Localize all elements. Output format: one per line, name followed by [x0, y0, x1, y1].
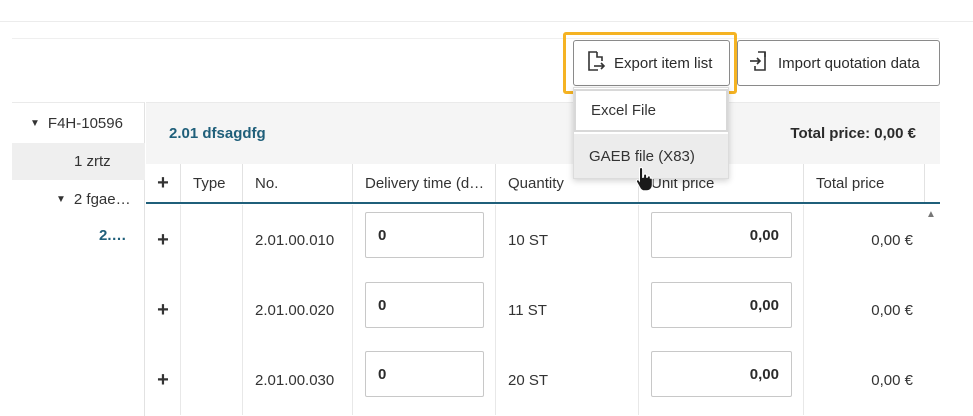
unit-price-input[interactable]: 0,00	[651, 351, 792, 397]
table-row: + 2.01.00.030 0 20 ST 0,00 0,00 €	[146, 345, 940, 415]
delivery-time-input[interactable]: 0	[365, 351, 484, 397]
caret-down-icon[interactable]: ▼	[56, 194, 66, 205]
hand-cursor-icon	[635, 166, 655, 197]
quantity-cell: 20 ST	[496, 345, 639, 415]
import-icon	[738, 50, 778, 76]
export-button-label: Export item list	[614, 54, 713, 72]
top-divider	[0, 21, 973, 22]
delivery-cell: 0	[353, 345, 496, 415]
column-header-delivery-time[interactable]: Delivery time (d…	[353, 164, 496, 202]
column-header-type[interactable]: Type	[181, 164, 243, 202]
menu-item-excel-file[interactable]: Excel File	[574, 89, 728, 132]
tree-item-project[interactable]: ▼ F4H-10596	[12, 105, 145, 142]
column-header-total-price[interactable]: Total price	[804, 164, 925, 202]
table-header: + Type No. Delivery time (d… Quantity Un…	[146, 164, 940, 204]
delivery-time-input[interactable]: 0	[365, 282, 484, 328]
export-icon	[574, 50, 614, 76]
column-header-no[interactable]: No.	[243, 164, 353, 202]
total-price-cell: 0,00 €	[871, 371, 913, 389]
table-row: + 2.01.00.010 0 10 ST 0,00 0,00 €	[146, 205, 940, 275]
delivery-cell: 0	[353, 205, 496, 275]
delivery-time-input[interactable]: 0	[365, 212, 484, 258]
total-price-cell: 0,00 €	[871, 231, 913, 249]
unit-price-cell: 0,00	[639, 275, 804, 345]
type-cell	[181, 345, 243, 415]
export-item-list-button[interactable]: Export item list	[573, 40, 730, 86]
caret-down-icon[interactable]: ▼	[30, 118, 40, 129]
panel-divider	[12, 38, 939, 39]
table-row: + 2.01.00.020 0 11 ST 0,00 0,00 €	[146, 275, 940, 345]
tree-item-label: 1 zrtz	[74, 153, 111, 170]
item-number-cell: 2.01.00.010	[243, 205, 353, 275]
add-row-button[interactable]: +	[146, 205, 181, 275]
quantity-cell: 11 ST	[496, 275, 639, 345]
total-price-cell: 0,00 €	[871, 301, 913, 319]
import-quotation-data-button[interactable]: Import quotation data	[737, 40, 940, 86]
unit-price-input[interactable]: 0,00	[651, 212, 792, 258]
section-header: 2.01 dfsagdfg Total price: 0,00 €	[146, 102, 940, 164]
import-button-label: Import quotation data	[778, 54, 920, 72]
type-cell	[181, 205, 243, 275]
tree-item-label: 2 fgae…	[73, 191, 131, 208]
app-root: Export item list Import quotation data E…	[0, 0, 973, 416]
quantity-cell: 10 ST	[496, 205, 639, 275]
tree-item-zrtz[interactable]: 1 zrtz	[12, 143, 145, 180]
section-total-price: Total price: 0,00 €	[790, 125, 916, 142]
add-column-header-button[interactable]: +	[146, 164, 181, 202]
unit-price-cell: 0,00	[639, 205, 804, 275]
section-title: 2.01 dfsagdfg	[169, 125, 266, 142]
tree-item-selected[interactable]: 2.…	[12, 217, 145, 254]
unit-price-input[interactable]: 0,00	[651, 282, 792, 328]
tree-item-fgae[interactable]: ▼ 2 fgae…	[12, 181, 145, 218]
add-row-button[interactable]: +	[146, 275, 181, 345]
tree-item-label: F4H-10596	[47, 115, 123, 132]
item-number-cell: 2.01.00.020	[243, 275, 353, 345]
delivery-cell: 0	[353, 275, 496, 345]
type-cell	[181, 275, 243, 345]
item-tree: ▼ F4H-10596 1 zrtz ▼ 2 fgae… 2.…	[12, 102, 145, 416]
tree-item-label: 2.…	[99, 227, 127, 244]
add-row-button[interactable]: +	[146, 345, 181, 415]
item-number-cell: 2.01.00.030	[243, 345, 353, 415]
scroll-up-arrow-icon[interactable]: ▲	[926, 209, 936, 220]
unit-price-cell: 0,00	[639, 345, 804, 415]
